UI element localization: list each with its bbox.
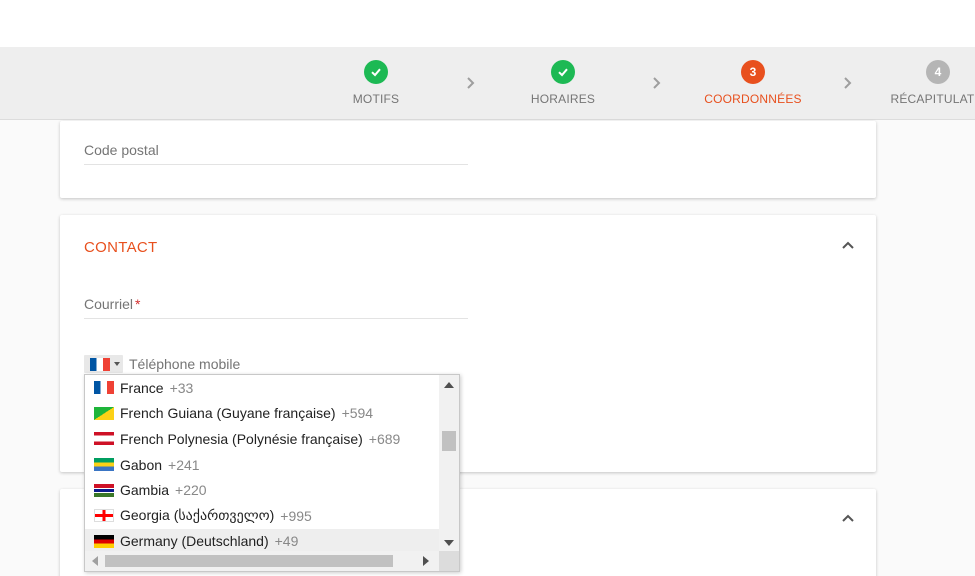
scroll-left-icon[interactable] <box>92 556 98 566</box>
step-motifs[interactable]: MOTIFS <box>306 60 446 106</box>
country-option-french-guiana[interactable]: French Guiana (Guyane française) +594 <box>85 401 439 427</box>
flag-gm-icon <box>94 483 114 497</box>
country-option-georgia[interactable]: Georgia (საქართველო) +995 <box>85 503 439 529</box>
step-recapitulatif[interactable]: 4 RÉCAPITULATIF <box>868 60 975 106</box>
scrollbar-corner <box>439 551 459 571</box>
email-field[interactable]: Courriel * <box>84 296 468 319</box>
horizontal-scroll-thumb[interactable] <box>105 555 393 567</box>
chevron-up-icon[interactable] <box>840 237 856 253</box>
country-option-gabon[interactable]: Gabon +241 <box>85 452 439 478</box>
postal-code-field[interactable]: Code postal <box>84 142 468 165</box>
step-label: COORDONNÉES <box>704 92 802 106</box>
country-dropdown[interactable]: France +33 French Guiana (Guyane français… <box>84 374 460 572</box>
scroll-right-icon[interactable] <box>423 556 429 566</box>
flag-ga-icon <box>94 458 114 472</box>
country-option-french-polynesia[interactable]: French Polynesia (Polynésie française) +6… <box>85 426 439 452</box>
vertical-scrollbar[interactable] <box>439 375 459 553</box>
country-list: France +33 French Guiana (Guyane français… <box>85 375 439 553</box>
progress-stepper: MOTIFS HORAIRES 3 COORDONNÉES 4 RÉCAPITU… <box>0 47 975 120</box>
address-card: Code postal <box>60 121 876 198</box>
check-icon <box>551 60 575 84</box>
step-number-badge: 3 <box>741 60 765 84</box>
country-option-germany[interactable]: Germany (Deutschland) +49 <box>85 528 439 553</box>
country-option-gambia[interactable]: Gambia +220 <box>85 477 439 503</box>
horizontal-scrollbar[interactable] <box>85 551 459 571</box>
step-horaires[interactable]: HORAIRES <box>493 60 633 106</box>
flag-france-icon <box>90 357 110 371</box>
flag-pf-icon <box>94 432 114 446</box>
flag-gf-icon <box>94 406 114 420</box>
email-label: Courriel <box>84 296 134 312</box>
chevron-right-icon <box>653 77 661 89</box>
postal-code-placeholder: Code postal <box>84 142 159 158</box>
step-label: RÉCAPITULATIF <box>890 92 975 106</box>
country-selector-button[interactable] <box>84 355 123 373</box>
step-number-badge: 4 <box>926 60 950 84</box>
step-label: HORAIRES <box>530 92 596 106</box>
scroll-up-icon[interactable] <box>444 382 454 388</box>
caret-down-icon <box>114 362 120 366</box>
flag-ge-icon <box>94 509 114 523</box>
scroll-down-icon[interactable] <box>444 540 454 546</box>
step-coordonnees[interactable]: 3 COORDONNÉES <box>683 60 823 106</box>
phone-field[interactable]: Téléphone mobile <box>84 355 468 373</box>
required-mark: * <box>135 296 141 312</box>
contact-section-title: CONTACT <box>84 239 158 256</box>
check-icon <box>364 60 388 84</box>
phone-placeholder: Téléphone mobile <box>129 356 241 372</box>
chevron-right-icon <box>467 77 475 89</box>
vertical-scroll-thumb[interactable] <box>442 431 456 451</box>
flag-de-icon <box>94 534 114 548</box>
chevron-right-icon <box>844 77 852 89</box>
step-label: MOTIFS <box>352 92 400 106</box>
country-option-france[interactable]: France +33 <box>85 375 439 401</box>
top-bar <box>0 0 975 47</box>
flag-fr-icon <box>94 381 114 395</box>
chevron-up-icon[interactable] <box>840 510 856 526</box>
